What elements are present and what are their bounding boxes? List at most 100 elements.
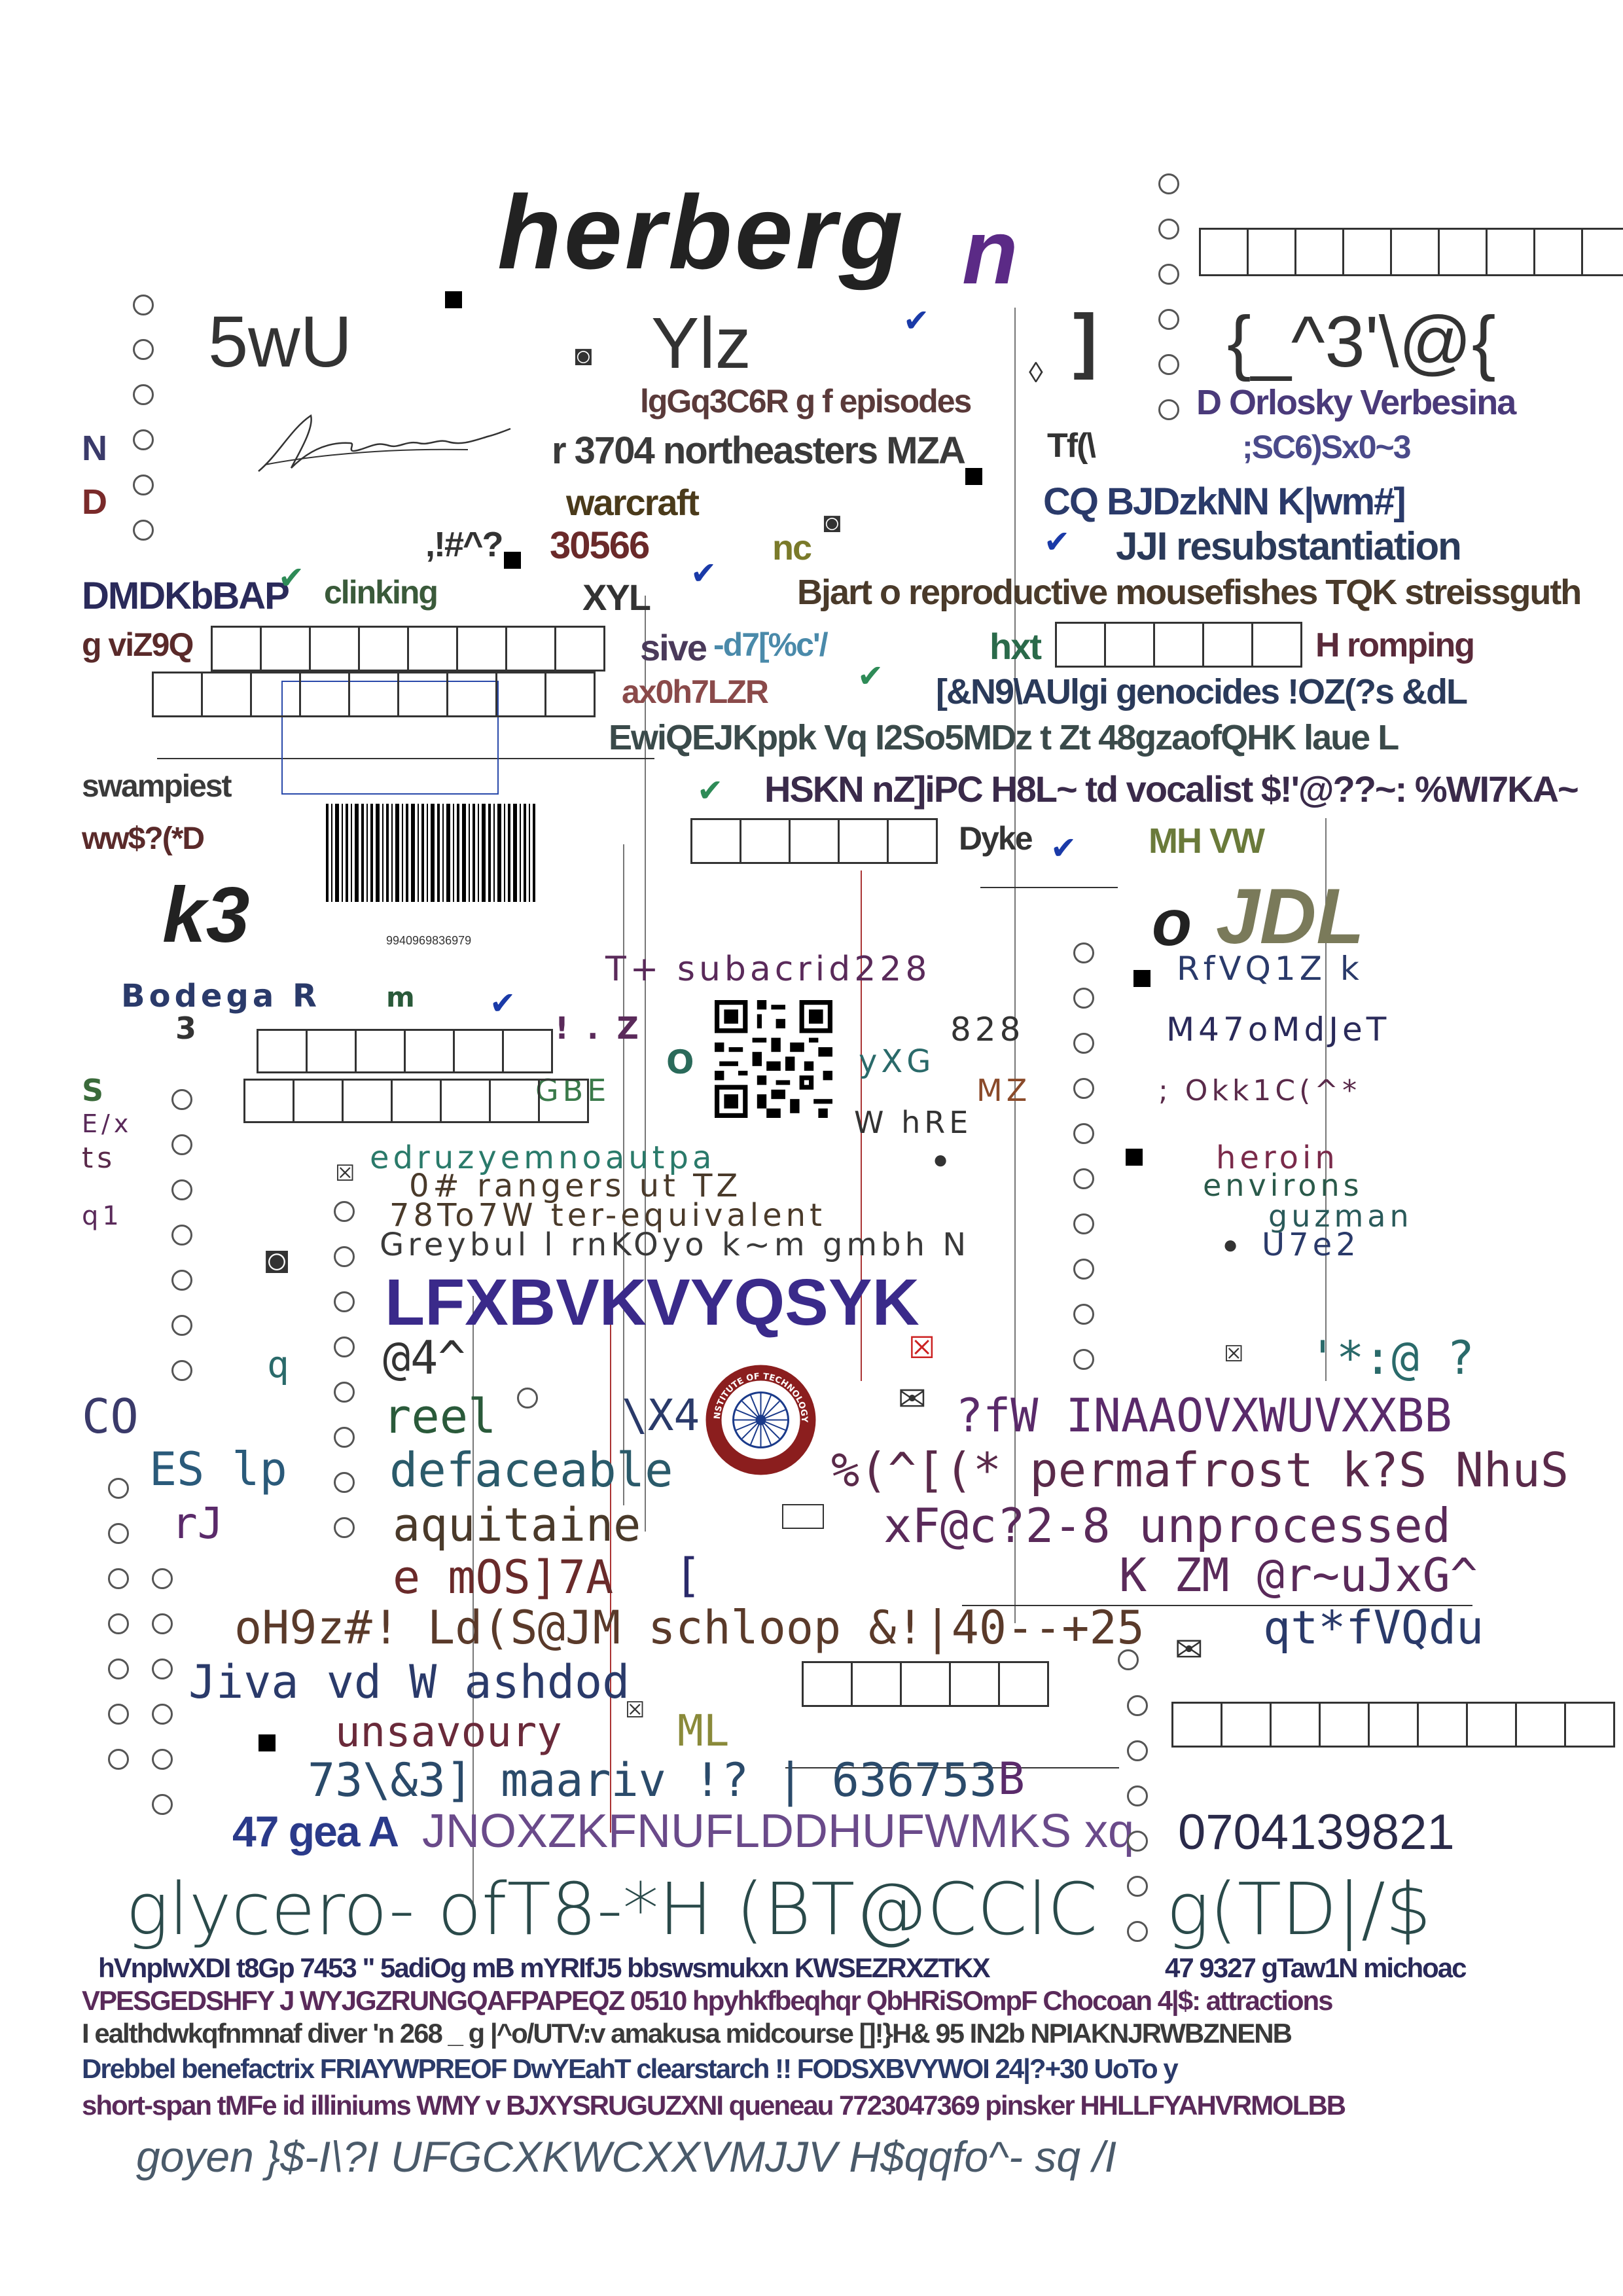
checkmark-icon: ✔: [857, 658, 884, 694]
radio-circle[interactable]: [152, 1613, 173, 1634]
radio-circle[interactable]: [171, 1225, 192, 1246]
glyphs-label: ! . Z: [555, 1011, 643, 1046]
radio-circle[interactable]: [1127, 1831, 1148, 1852]
radio-circle[interactable]: [152, 1749, 173, 1770]
row2-text-b: r 3704 northeasters MZA: [552, 429, 966, 472]
radio-selected-icon[interactable]: ◙: [265, 1240, 289, 1280]
checkmark-icon: ✔: [690, 555, 717, 592]
radio-circle[interactable]: [334, 1517, 355, 1538]
radio-circle[interactable]: [152, 1704, 173, 1725]
radio-circle[interactable]: [171, 1315, 192, 1336]
radio-circle[interactable]: [152, 1794, 173, 1815]
permafrost-label: %(^[(* permafrost k?S NhuS: [831, 1443, 1569, 1498]
radio-circle[interactable]: [334, 1336, 355, 1357]
header-left-code: 5wU: [208, 302, 353, 382]
radio-circle[interactable]: [334, 1472, 355, 1493]
bottom-line-1: hVnpIwXDI t8Gp 7453 " 5adiOg mB mYRIfJ5 …: [98, 1952, 991, 1983]
radio-circle[interactable]: [133, 429, 154, 450]
radio-circle[interactable]: [1073, 1304, 1094, 1325]
row5-text-c: XYL: [582, 577, 651, 618]
m-label: m: [386, 981, 419, 1013]
checkbox-crossed-icon[interactable]: ☒: [1224, 1343, 1243, 1365]
radio-circle[interactable]: [152, 1659, 173, 1679]
radio-circle[interactable]: [1127, 1921, 1148, 1942]
row2-text-c: Tf(\: [1047, 427, 1096, 465]
jdl-o-label: o: [1152, 886, 1192, 960]
radio-circle[interactable]: [517, 1388, 538, 1408]
radio-circle[interactable]: [1073, 1213, 1094, 1234]
square-bullet-icon: [1126, 1149, 1143, 1166]
answer-boxes-e: [257, 1029, 553, 1073]
row4-text-c: nc: [772, 528, 812, 567]
envelope-icon: ✉: [898, 1380, 927, 1418]
radio-circle[interactable]: [1158, 219, 1179, 240]
radio-circle[interactable]: [133, 384, 154, 405]
radio-circle[interactable]: [1158, 173, 1179, 194]
checkbox-crossed-icon[interactable]: ☒: [335, 1162, 355, 1185]
row2-text-a: N: [82, 429, 107, 468]
square-bullet-icon: [504, 552, 521, 569]
reel-label: reel: [383, 1389, 497, 1444]
radio-circle[interactable]: [334, 1427, 355, 1448]
radio-circle[interactable]: [1073, 1123, 1094, 1144]
radio-circle[interactable]: [334, 1382, 355, 1403]
row1-text-a: lgGq3C6R g f episodes: [640, 383, 972, 420]
radio-circle[interactable]: [133, 520, 154, 541]
radio-circle[interactable]: [1127, 1740, 1148, 1761]
radio-circle[interactable]: [171, 1179, 192, 1200]
radio-circle[interactable]: [1073, 1078, 1094, 1099]
radio-circle[interactable]: [108, 1523, 129, 1544]
radio-circle[interactable]: [1073, 1349, 1094, 1370]
radio-circle[interactable]: [108, 1568, 129, 1589]
unsavoury-label: unsavoury: [335, 1708, 562, 1757]
radio-circle[interactable]: [171, 1360, 192, 1381]
radio-circle[interactable]: [1118, 1649, 1139, 1670]
radio-circle[interactable]: [171, 1089, 192, 1110]
radio-circle[interactable]: [133, 339, 154, 360]
radio-circle[interactable]: [1127, 1876, 1148, 1897]
o-label: O: [666, 1043, 698, 1081]
radio-circle[interactable]: [334, 1246, 355, 1267]
radio-circle[interactable]: [1073, 1033, 1094, 1054]
okk-label: ; Okk1C(^*: [1158, 1074, 1361, 1107]
qr-code-image: [715, 1000, 832, 1118]
radio-circle[interactable]: [108, 1659, 129, 1679]
radio-circle[interactable]: [171, 1270, 192, 1291]
row3-text-b: warcraft: [566, 482, 700, 523]
radio-circle[interactable]: [133, 475, 154, 495]
radio-circle[interactable]: [1158, 264, 1179, 285]
radio-circle[interactable]: [334, 1201, 355, 1222]
defaceable-label: defaceable: [389, 1443, 673, 1498]
gtd-line: g(TD|/$: [1166, 1867, 1431, 1951]
q-label: q: [267, 1344, 289, 1386]
header-center-code: Ylz: [651, 303, 751, 384]
checkmark-icon: ✔: [490, 985, 516, 1022]
radio-circle[interactable]: [108, 1478, 129, 1499]
radio-circle[interactable]: [133, 295, 154, 315]
radio-circle[interactable]: [1073, 942, 1094, 963]
radio-circle[interactable]: [334, 1291, 355, 1312]
diamond-icon: ◊: [1029, 357, 1043, 389]
radio-circle[interactable]: [1158, 309, 1179, 330]
radio-circle[interactable]: [1158, 399, 1179, 420]
checkbox-crossed-icon[interactable]: ☒: [625, 1699, 645, 1721]
envelope-icon: ✉: [1175, 1631, 1204, 1669]
radio-circle[interactable]: [1127, 1695, 1148, 1716]
header-right-code: {_^3'\@{: [1227, 302, 1496, 382]
bottom-line-2: VPESGEDSHFY J WYJGZRUNGQAFPAPEQZ 0510 hp…: [82, 1985, 1334, 2016]
radio-circle[interactable]: [108, 1613, 129, 1634]
radio-circle[interactable]: [1073, 1168, 1094, 1189]
handwritten-signature: [258, 414, 511, 472]
radio-circle[interactable]: [108, 1704, 129, 1725]
radio-circle[interactable]: [1158, 354, 1179, 375]
row2-text-d: ;SC6)Sx0~3: [1242, 429, 1412, 465]
radio-circle[interactable]: [152, 1568, 173, 1589]
radio-circle[interactable]: [1073, 1259, 1094, 1280]
header-answer-boxes: [1199, 228, 1623, 276]
radio-circle[interactable]: [1073, 988, 1094, 1009]
radio-circle[interactable]: [171, 1134, 192, 1155]
radio-circle[interactable]: [108, 1749, 129, 1770]
target-icon: ◙: [575, 340, 592, 372]
qtf-label: qt*fVQdu: [1263, 1601, 1484, 1655]
radio-circle[interactable]: [1127, 1785, 1148, 1806]
